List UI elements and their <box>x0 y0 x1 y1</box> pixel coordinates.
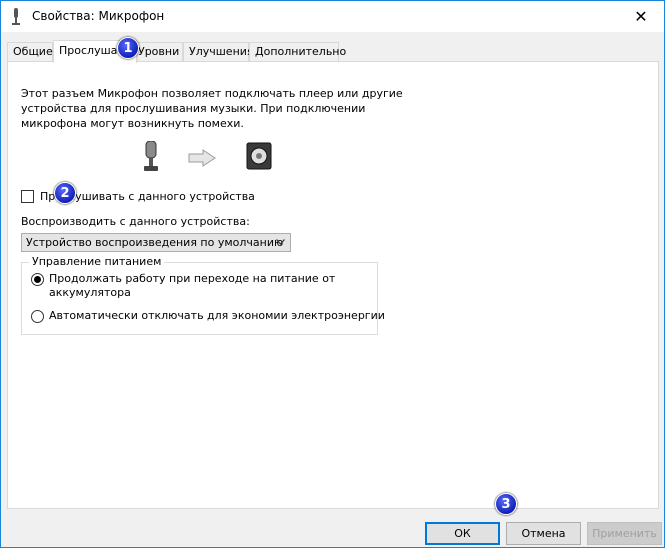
microphone-icon <box>144 141 158 171</box>
apply-button[interactable]: Применить <box>587 522 662 545</box>
listen-panel: Этот разъем Микрофон позволяет подключат… <box>7 61 659 509</box>
power-management-group: Управление питанием Продолжать работу пр… <box>21 255 385 335</box>
speaker-icon <box>246 142 272 170</box>
tab-enhancements[interactable]: Улучшения <box>183 42 254 62</box>
chevron-down-icon <box>276 239 285 245</box>
ok-button[interactable]: ОК <box>425 522 500 545</box>
tab-levels[interactable]: Уровни <box>137 42 183 62</box>
microphone-icon <box>12 8 20 25</box>
playback-device-label: Воспроизводить с данного устройства: <box>21 215 250 228</box>
radio-continue[interactable] <box>31 273 44 286</box>
close-button[interactable]: ✕ <box>618 1 664 32</box>
properties-window: Свойства: Микрофон ✕ Общие Прослушать Ур… <box>0 0 665 548</box>
annotation-badge-1: 1 <box>117 37 139 59</box>
window-title: Свойства: Микрофон <box>32 9 165 23</box>
playback-device-value: Устройство воспроизведения по умолчанию <box>26 236 284 249</box>
title-bar[interactable]: Свойства: Микрофон ✕ <box>1 1 664 32</box>
annotation-badge-2: 2 <box>54 182 76 204</box>
power-option-auto-off[interactable]: Автоматически отключать для экономии эле… <box>31 309 385 323</box>
playback-device-select[interactable]: Устройство воспроизведения по умолчанию <box>21 233 291 252</box>
power-option-continue[interactable]: Продолжать работу при переходе на питани… <box>31 272 335 300</box>
tab-general[interactable]: Общие <box>7 42 53 62</box>
tab-advanced[interactable]: Дополнительно <box>249 42 346 62</box>
close-icon: ✕ <box>634 7 648 26</box>
arrow-right-icon <box>188 149 216 167</box>
cancel-button[interactable]: Отмена <box>506 522 581 545</box>
radio-auto-off[interactable] <box>31 310 44 323</box>
description-text: Этот разъем Микрофон позволяет подключат… <box>21 87 403 130</box>
power-management-title: Управление питанием <box>29 255 165 268</box>
listen-checkbox[interactable] <box>21 190 34 203</box>
annotation-badge-3: 3 <box>495 493 517 515</box>
